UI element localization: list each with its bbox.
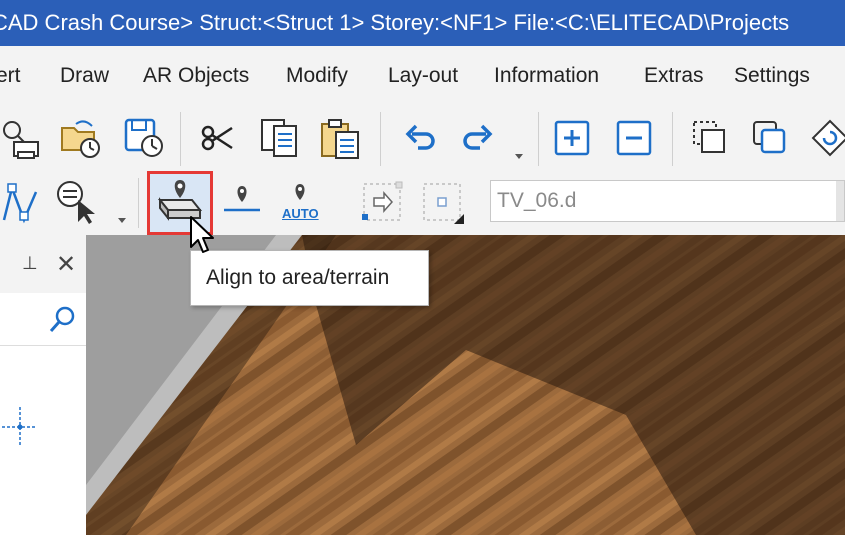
- printer-icon: [3, 121, 39, 159]
- scissors-icon: [201, 125, 233, 151]
- rotate-button[interactable]: [806, 114, 845, 162]
- duplicate-button[interactable]: [746, 114, 794, 162]
- auto-label: AUTO: [282, 206, 319, 221]
- chevron-down-icon[interactable]: [118, 218, 126, 223]
- tooltip: Align to area/terrain: [190, 250, 429, 306]
- combo-value: TV_06.d: [497, 189, 577, 212]
- cursor-icon: [190, 216, 214, 253]
- menu-bar: ert Draw AR Objects Modify Lay-out Infor…: [0, 46, 845, 106]
- rotate-icon: [811, 119, 845, 157]
- search-icon[interactable]: [48, 305, 78, 335]
- duplicate-icon: [753, 121, 786, 154]
- toolbar-separator: [180, 112, 181, 166]
- menu-modify[interactable]: Modify: [286, 64, 348, 88]
- move-arrow-icon: [362, 181, 403, 221]
- panel-header: ⊥ ✕: [0, 235, 86, 293]
- polyline-button[interactable]: [0, 178, 44, 226]
- center-point-button[interactable]: [418, 178, 466, 226]
- open-folder-clock-icon: [61, 120, 100, 158]
- select-filter-icon: [57, 181, 95, 224]
- center-point-icon: [423, 183, 464, 224]
- cut-button[interactable]: [194, 114, 242, 162]
- crosshair-icon: [2, 407, 36, 447]
- paste-button[interactable]: [316, 114, 364, 162]
- combo-scroll[interactable]: [836, 181, 844, 221]
- copy-button[interactable]: [256, 114, 304, 162]
- menu-draw[interactable]: Draw: [60, 64, 109, 88]
- menu-layout[interactable]: Lay-out: [388, 64, 458, 88]
- zoom-in-icon: [554, 120, 590, 156]
- select-filter-button[interactable]: [54, 178, 102, 226]
- toolbar-separator: [538, 112, 539, 166]
- window-title: CAD Crash Course> Struct:<Struct 1> Stor…: [0, 10, 790, 35]
- paste-icon: [321, 119, 359, 159]
- zoom-out-icon: [616, 120, 652, 156]
- redo-button[interactable]: [454, 114, 502, 162]
- toolbar-separator: [138, 178, 139, 228]
- menu-settings[interactable]: Settings: [734, 64, 810, 88]
- zoom-in-button[interactable]: [548, 114, 596, 162]
- align-line-button[interactable]: [218, 178, 266, 226]
- open-button[interactable]: [56, 114, 104, 162]
- copy-frame-icon: [693, 121, 725, 153]
- menu-information[interactable]: Information: [494, 64, 599, 88]
- copy-frame-button[interactable]: [686, 114, 734, 162]
- left-panel: ⊥ ✕: [0, 235, 87, 535]
- align-auto-button[interactable]: AUTO: [276, 176, 324, 224]
- tooltip-text: Align to area/terrain: [206, 266, 390, 289]
- redo-icon: [463, 124, 493, 150]
- save-clock-icon: [124, 118, 163, 157]
- chevron-down-icon[interactable]: [515, 154, 523, 159]
- save-button[interactable]: [120, 114, 168, 162]
- align-line-icon: [224, 186, 260, 212]
- layer-combo[interactable]: TV_06.d: [490, 180, 845, 222]
- undo-icon: [405, 124, 435, 150]
- main-toolbar: [0, 106, 845, 172]
- undo-button[interactable]: [396, 114, 444, 162]
- toolbar-separator: [380, 112, 381, 166]
- menu-ar-objects[interactable]: AR Objects: [143, 64, 249, 88]
- copy-icon: [261, 119, 297, 157]
- polyline-icon: [2, 183, 38, 224]
- zoom-out-button[interactable]: [610, 114, 658, 162]
- move-arrow-button[interactable]: [358, 178, 406, 226]
- toolbar-separator: [672, 112, 673, 166]
- print-button[interactable]: [0, 114, 44, 162]
- menu-extras[interactable]: Extras: [644, 64, 704, 88]
- panel-search[interactable]: [0, 293, 86, 346]
- close-icon[interactable]: ✕: [56, 250, 76, 279]
- menu-insert[interactable]: ert: [0, 64, 21, 88]
- title-bar: CAD Crash Course> Struct:<Struct 1> Stor…: [0, 0, 845, 46]
- pin-icon[interactable]: ⊥: [22, 253, 38, 274]
